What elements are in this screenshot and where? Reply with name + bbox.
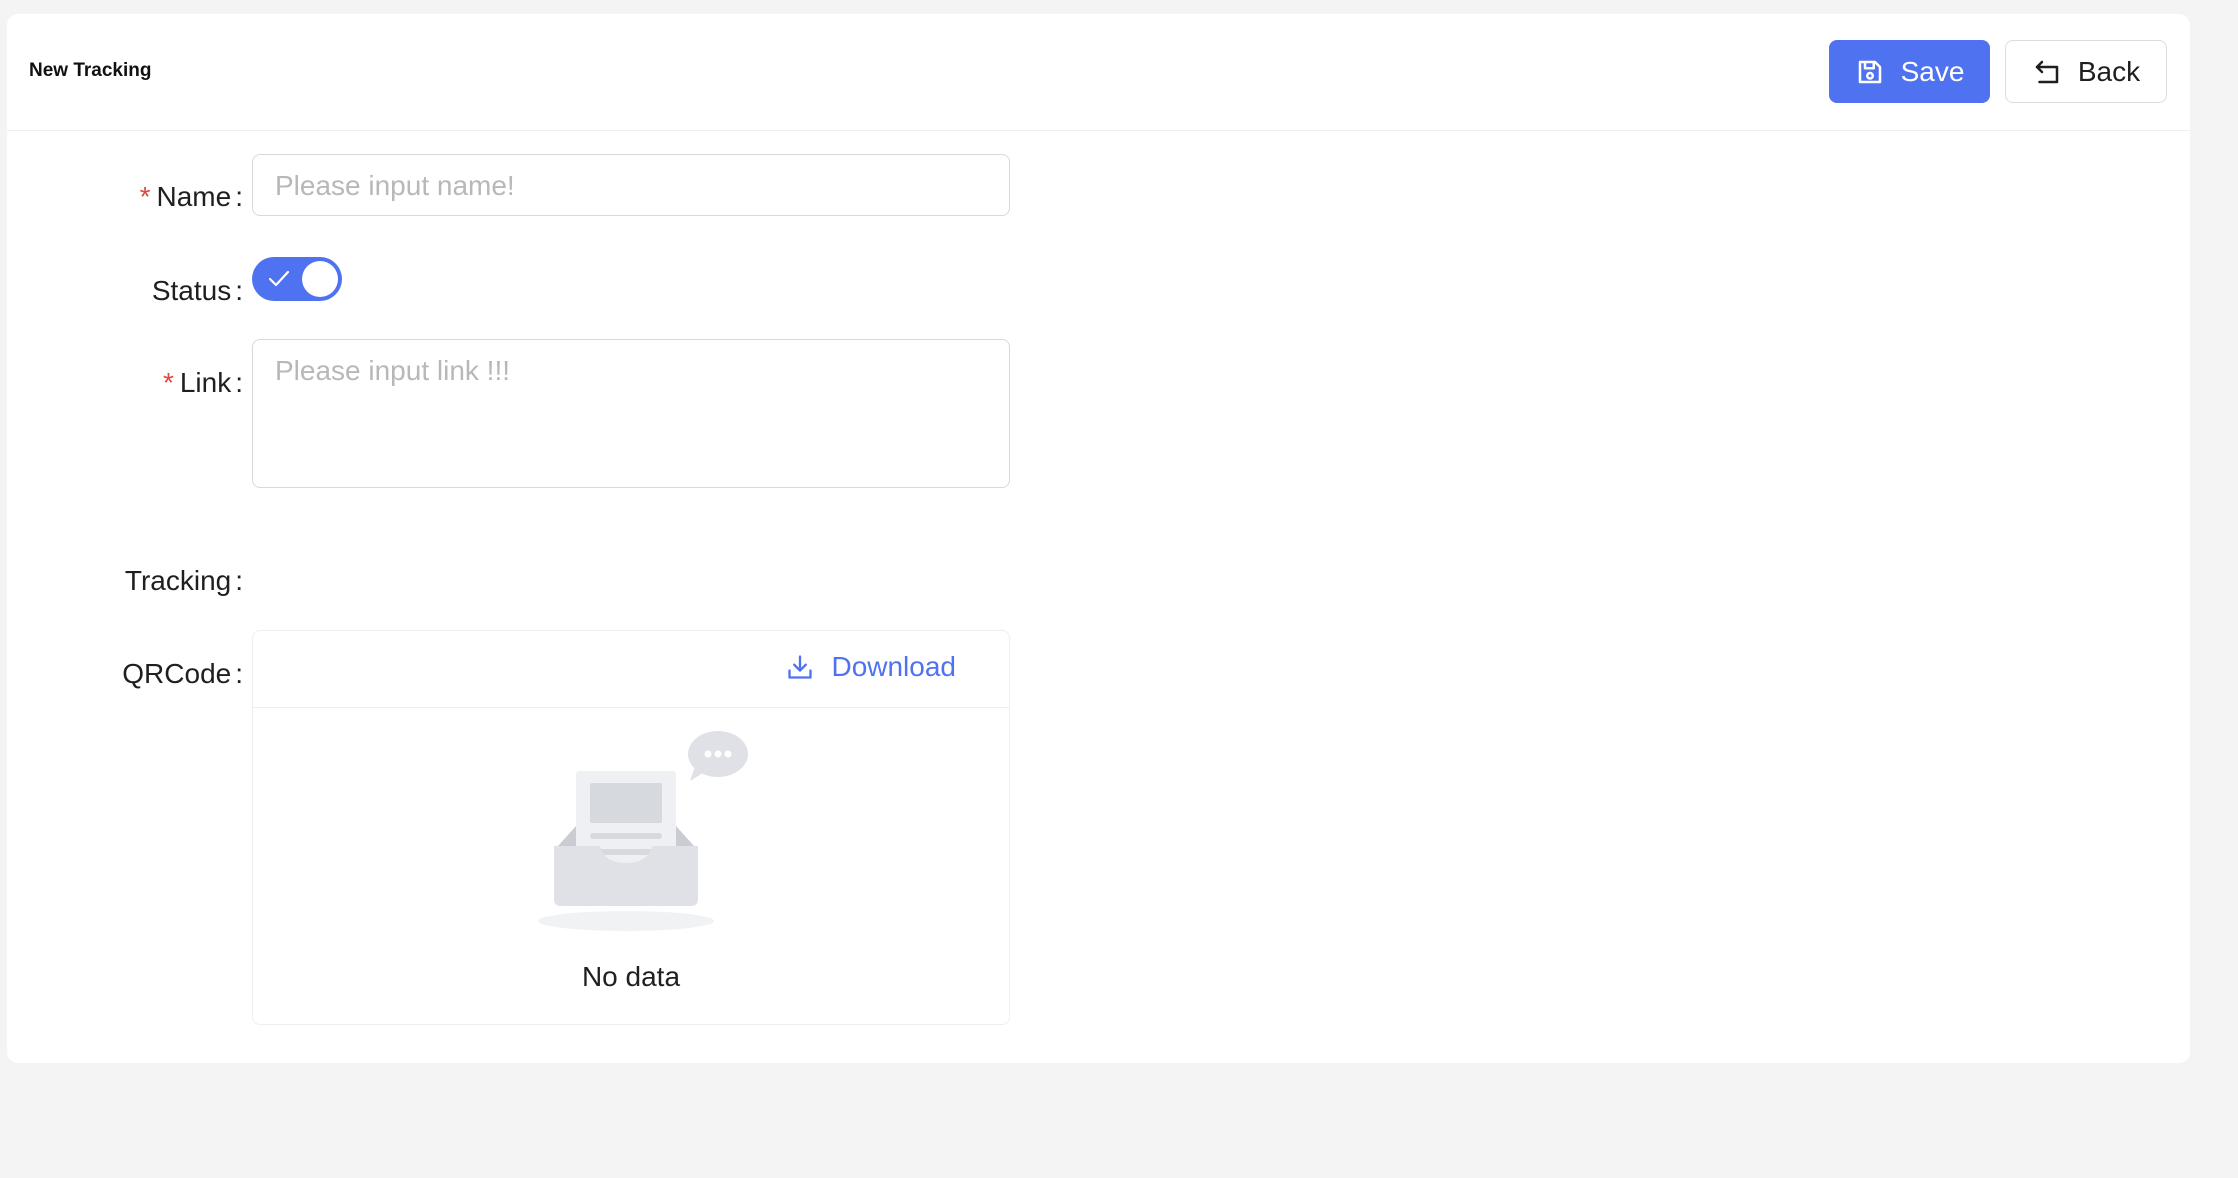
status-label-row: Status:: [7, 277, 243, 317]
status-label: Status:: [151, 275, 243, 306]
name-input[interactable]: Please input name!: [252, 154, 1010, 216]
empty-inbox-icon: [538, 731, 753, 936]
download-icon: [786, 653, 814, 681]
link-textarea-placeholder: Please input link !!!: [275, 355, 511, 386]
qrcode-label: QRCode:: [122, 658, 243, 689]
link-textarea[interactable]: Please input link !!!: [252, 339, 1010, 488]
name-label-row: * Name:: [7, 183, 243, 223]
download-label: Download: [831, 651, 956, 682]
link-label: * Link:: [162, 367, 243, 398]
toggle-knob: [302, 261, 338, 297]
tracking-label-row: Tracking:: [7, 567, 243, 607]
back-button-label: Back: [2077, 55, 2141, 87]
card-header: New Tracking Save Back: [7, 14, 2190, 131]
qrcode-panel: Download No data: [252, 630, 1010, 1025]
back-arrow-icon: [2032, 57, 2062, 87]
page-title: New Tracking: [29, 60, 152, 81]
qrcode-panel-header: Download: [253, 631, 1009, 708]
tracking-label: Tracking:: [124, 565, 243, 596]
empty-state-text: No data: [581, 961, 681, 992]
required-mark: *: [139, 181, 151, 212]
download-link[interactable]: Download: [786, 651, 956, 683]
name-label: * Name:: [139, 181, 243, 212]
qrcode-label-row: QRCode:: [7, 660, 243, 700]
save-button[interactable]: Save: [1829, 40, 1990, 103]
status-toggle[interactable]: [252, 257, 342, 301]
check-icon: [267, 268, 291, 290]
tracking-form-card: New Tracking Save Back * Name: Please i…: [7, 14, 2190, 1063]
required-mark: *: [162, 367, 174, 398]
save-icon: [1855, 57, 1885, 87]
name-input-placeholder: Please input name!: [275, 170, 515, 201]
back-button[interactable]: Back: [2005, 40, 2167, 103]
save-button-label: Save: [1900, 55, 1965, 87]
link-label-row: * Link:: [7, 369, 243, 409]
